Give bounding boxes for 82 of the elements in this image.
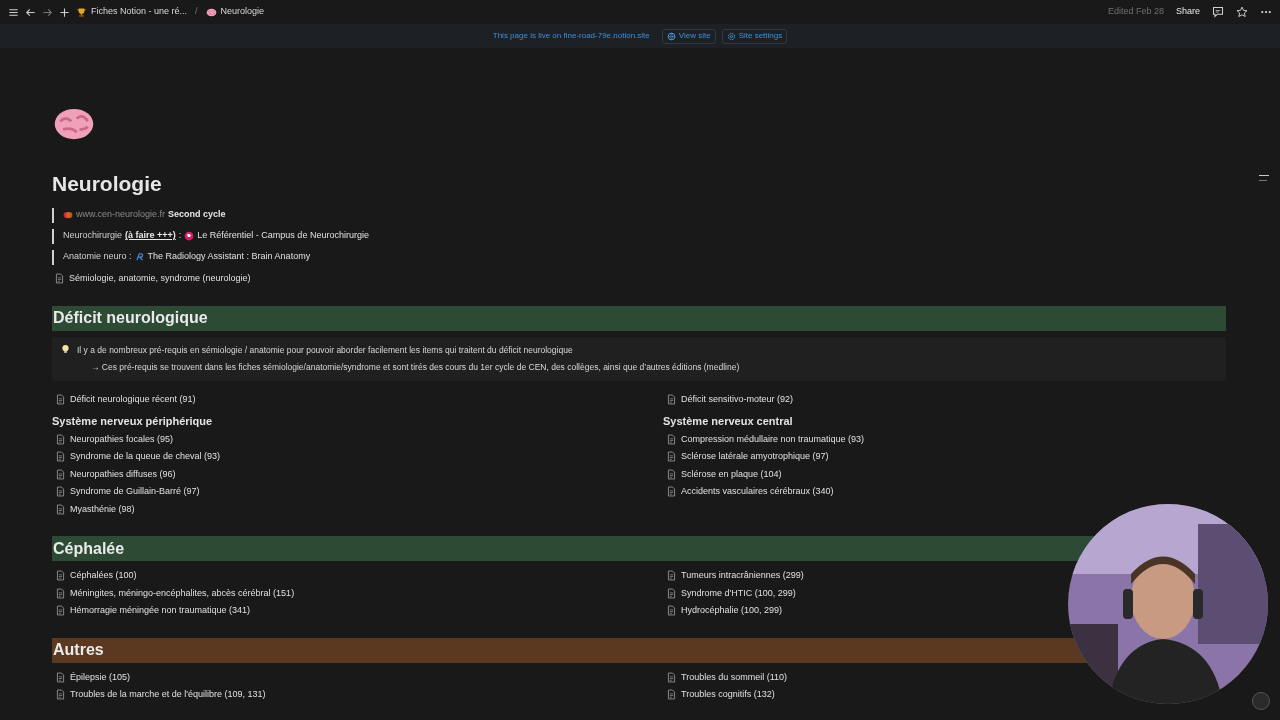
page-link[interactable]: Hydrocéphalie (100, 299) bbox=[666, 602, 783, 620]
page-icon bbox=[666, 570, 677, 582]
label: Neurochirurgie bbox=[63, 229, 123, 243]
page-link[interactable]: Épilepsie (105) bbox=[55, 668, 131, 686]
page-icon bbox=[55, 394, 66, 406]
page-icon bbox=[666, 394, 677, 406]
settings-icon bbox=[726, 31, 736, 41]
label: Second cycle bbox=[168, 208, 226, 222]
favorite-button[interactable] bbox=[1236, 6, 1248, 18]
page-icon bbox=[55, 689, 66, 701]
page-link[interactable]: Sémiologie, anatomie, syndrome (neurologie) bbox=[54, 270, 1226, 287]
plus-icon bbox=[59, 6, 70, 18]
page-icon bbox=[55, 503, 66, 515]
star-icon bbox=[1236, 6, 1248, 18]
logo-icon bbox=[134, 252, 145, 262]
page-icon bbox=[55, 671, 66, 683]
subheading: Système nerveux périphérique bbox=[52, 414, 214, 430]
page-link[interactable]: Neuropathies diffuses (96) bbox=[55, 465, 176, 483]
page-icon bbox=[54, 273, 65, 284]
page-link[interactable]: Sclérose en plaque (104) bbox=[666, 465, 782, 483]
label: : bbox=[178, 229, 182, 243]
page-title: Neurologie bbox=[52, 171, 163, 197]
link[interactable]: Le Référentiel - Campus de Neurochirurgie bbox=[184, 229, 369, 243]
page-link[interactable]: Troubles cognitifs (132) bbox=[666, 686, 775, 704]
page-icon bbox=[55, 451, 66, 463]
edited-date: Edited Feb 28 bbox=[1107, 5, 1164, 19]
page-icon bbox=[666, 689, 677, 701]
share-button[interactable]: Share bbox=[1175, 5, 1200, 19]
site-button[interactable]: View site bbox=[661, 28, 716, 44]
page-link[interactable]: Troubles du sommeil (110) bbox=[666, 668, 788, 686]
brain-icon bbox=[205, 6, 217, 18]
section-heading: Déficit neurologique bbox=[52, 305, 1226, 331]
trophy-icon bbox=[76, 6, 87, 18]
breadcrumb-link[interactable]: Fiches Notion - une ré... bbox=[76, 5, 188, 19]
comment-icon bbox=[1212, 6, 1224, 18]
page-link[interactable]: Céphalées (100) bbox=[55, 567, 137, 585]
page-link[interactable]: Syndrome d'HTIC (100, 299) bbox=[666, 584, 796, 602]
page-link[interactable]: Accidents vasculaires cérébraux (340) bbox=[666, 483, 834, 501]
page-link[interactable]: Déficit sensitivo-moteur (92) bbox=[666, 391, 794, 409]
page-link[interactable]: Hémorragie méningée non traumatique (341) bbox=[55, 602, 251, 620]
link[interactable]: The Radiology Assistant : Brain Anatomy bbox=[134, 250, 311, 264]
page-icon bbox=[666, 451, 677, 463]
menu-icon bbox=[8, 6, 19, 18]
logo-icon bbox=[63, 210, 73, 220]
page-link[interactable]: Déficit neurologique récent (91) bbox=[55, 391, 196, 409]
forward-arrow-icon bbox=[42, 6, 53, 18]
live-notice: This page is live on fine-road-79e.notion.site bbox=[492, 30, 650, 42]
callout-text: → Ces pré-requis se trouvent dans les fiches sémiologie/anatomie/syndrome et sont tirés des cours du 1er cycle de CEN, des collèges, ainsi que d’autres éditions (medline) bbox=[90, 361, 740, 374]
globe-icon bbox=[666, 31, 676, 41]
page-icon bbox=[666, 486, 677, 498]
back-arrow-icon bbox=[25, 6, 36, 18]
label: (à faire +++) bbox=[125, 229, 176, 243]
page-link[interactable]: Myasthénie (98) bbox=[55, 500, 135, 518]
page-icon bbox=[666, 671, 677, 683]
page-link[interactable]: Méningites, méningo-encéphalites, abcès cérébral (151) bbox=[55, 584, 295, 602]
page-link[interactable]: Compression médullaire non traumatique (93) bbox=[666, 430, 865, 448]
breadcrumb-link[interactable]: Neurologie bbox=[205, 5, 265, 19]
site-button[interactable]: Site settings bbox=[721, 28, 788, 44]
page-link[interactable]: Sclérose latérale amyotrophique (97) bbox=[666, 448, 829, 466]
page-icon bbox=[666, 468, 677, 480]
page-link[interactable]: Neuropathies focales (95) bbox=[55, 430, 174, 448]
lightbulb-icon bbox=[60, 343, 71, 355]
page-link[interactable]: Syndrome de la queue de cheval (93) bbox=[55, 448, 221, 466]
page-link[interactable]: Tumeurs intracrâniennes (299) bbox=[666, 567, 804, 585]
page-icon bbox=[55, 605, 66, 617]
breadcrumb-separator: / bbox=[194, 5, 199, 19]
link[interactable]: www.cen-neurologie.fr bbox=[63, 208, 166, 222]
page-icon bbox=[55, 587, 66, 599]
comment-button[interactable] bbox=[1212, 6, 1224, 18]
callout-text: Il y a de nombreux pré-requis en sémiologie / anatomie pour pouvoir aborder facilement les items qui traitent du déficit neurologique bbox=[77, 343, 574, 357]
page-link[interactable]: Troubles de la marche et de l'équilibre (109, 131) bbox=[55, 686, 266, 704]
page-icon bbox=[666, 587, 677, 599]
page-icon bbox=[666, 433, 677, 445]
page-link[interactable]: Syndrome de Guillain-Barré (97) bbox=[55, 483, 200, 501]
subheading: Système nerveux central bbox=[663, 414, 794, 430]
label: Anatomie neuro : bbox=[63, 250, 132, 264]
page-icon bbox=[666, 605, 677, 617]
logo-icon bbox=[184, 231, 195, 241]
page-icon bbox=[55, 486, 66, 498]
page-icon bbox=[55, 433, 66, 445]
page-icon bbox=[55, 468, 66, 480]
page-icon bbox=[55, 570, 66, 582]
